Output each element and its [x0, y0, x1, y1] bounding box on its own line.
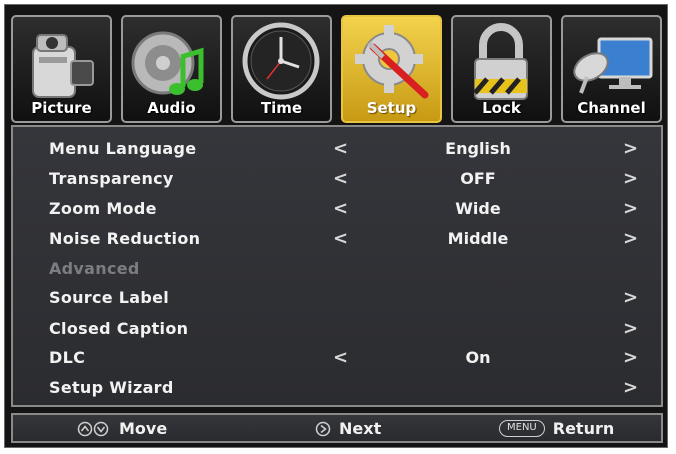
setup-menu-list: Menu Language < English > Transparency <…: [11, 125, 663, 407]
menu-item-noise-reduction[interactable]: Noise Reduction < Middle >: [13, 225, 661, 255]
chevron-left-icon[interactable]: <: [333, 198, 348, 219]
right-arrow-circle-icon: [315, 421, 331, 436]
menu-item-advanced: Advanced: [13, 255, 661, 285]
chevron-right-icon[interactable]: >: [623, 347, 638, 368]
menu-item-label: Source Label: [49, 288, 170, 307]
up-down-arrows-icon: [77, 421, 109, 436]
footer-hints: Move Next MENU Return: [11, 413, 663, 443]
menu-key-icon: MENU: [499, 420, 545, 437]
tab-label: Audio: [147, 99, 196, 117]
tab-audio[interactable]: Audio: [121, 15, 222, 123]
tab-picture[interactable]: Picture: [11, 15, 112, 123]
tab-time[interactable]: Time: [231, 15, 332, 123]
menu-item-transparency[interactable]: Transparency < OFF >: [13, 165, 661, 195]
tab-channel[interactable]: Channel: [561, 15, 662, 123]
chevron-right-icon[interactable]: >: [623, 287, 638, 308]
tab-label: Picture: [31, 99, 92, 117]
chevron-right-icon[interactable]: >: [623, 228, 638, 249]
chevron-right-icon[interactable]: >: [623, 377, 638, 398]
tab-label: Time: [260, 99, 303, 117]
chevron-right-icon[interactable]: >: [623, 318, 638, 339]
move-hint: Move: [77, 419, 167, 438]
menu-item-menu-language[interactable]: Menu Language < English >: [13, 135, 661, 165]
chevron-left-icon[interactable]: <: [333, 347, 348, 368]
menu-item-label: Setup Wizard: [49, 378, 174, 397]
next-hint: Next: [315, 419, 381, 438]
menu-item-value: Wide: [455, 199, 501, 218]
tab-label: Lock: [482, 99, 521, 117]
menu-item-label: Advanced: [49, 259, 140, 278]
menu-item-closed-caption[interactable]: Closed Caption >: [13, 315, 661, 345]
chevron-left-icon[interactable]: <: [333, 138, 348, 159]
menu-item-value: On: [465, 348, 491, 367]
tab-label: Channel: [577, 99, 646, 117]
chevron-right-icon[interactable]: >: [623, 198, 638, 219]
menu-item-label: DLC: [49, 348, 86, 367]
menu-item-value: Middle: [447, 229, 509, 248]
menu-item-dlc[interactable]: DLC < On >: [13, 344, 661, 374]
tab-bar: Picture Audio Time Setup Lock Channel: [11, 15, 663, 125]
menu-item-value: English: [445, 139, 511, 158]
tab-setup[interactable]: Setup: [341, 15, 442, 123]
return-hint: MENU Return: [499, 419, 614, 438]
menu-item-zoom-mode[interactable]: Zoom Mode < Wide >: [13, 195, 661, 225]
menu-item-setup-wizard[interactable]: Setup Wizard >: [13, 374, 661, 404]
chevron-right-icon[interactable]: >: [623, 168, 638, 189]
move-label: Move: [119, 419, 168, 438]
menu-item-label: Noise Reduction: [49, 229, 201, 248]
tab-lock[interactable]: Lock: [451, 15, 552, 123]
chevron-left-icon[interactable]: <: [333, 168, 348, 189]
tab-label: Setup: [366, 99, 417, 117]
menu-item-label: Zoom Mode: [49, 199, 157, 218]
chevron-right-icon[interactable]: >: [623, 138, 638, 159]
menu-item-source-label[interactable]: Source Label >: [13, 284, 661, 314]
next-label: Next: [339, 419, 382, 438]
chevron-left-icon[interactable]: <: [333, 228, 348, 249]
menu-item-label: Transparency: [49, 169, 174, 188]
menu-item-label: Closed Caption: [49, 319, 189, 338]
menu-item-value: OFF: [460, 169, 496, 188]
menu-item-label: Menu Language: [49, 139, 197, 158]
return-label: Return: [552, 419, 615, 438]
osd-menu: Picture Audio Time Setup Lock Channel Me…: [4, 4, 668, 448]
